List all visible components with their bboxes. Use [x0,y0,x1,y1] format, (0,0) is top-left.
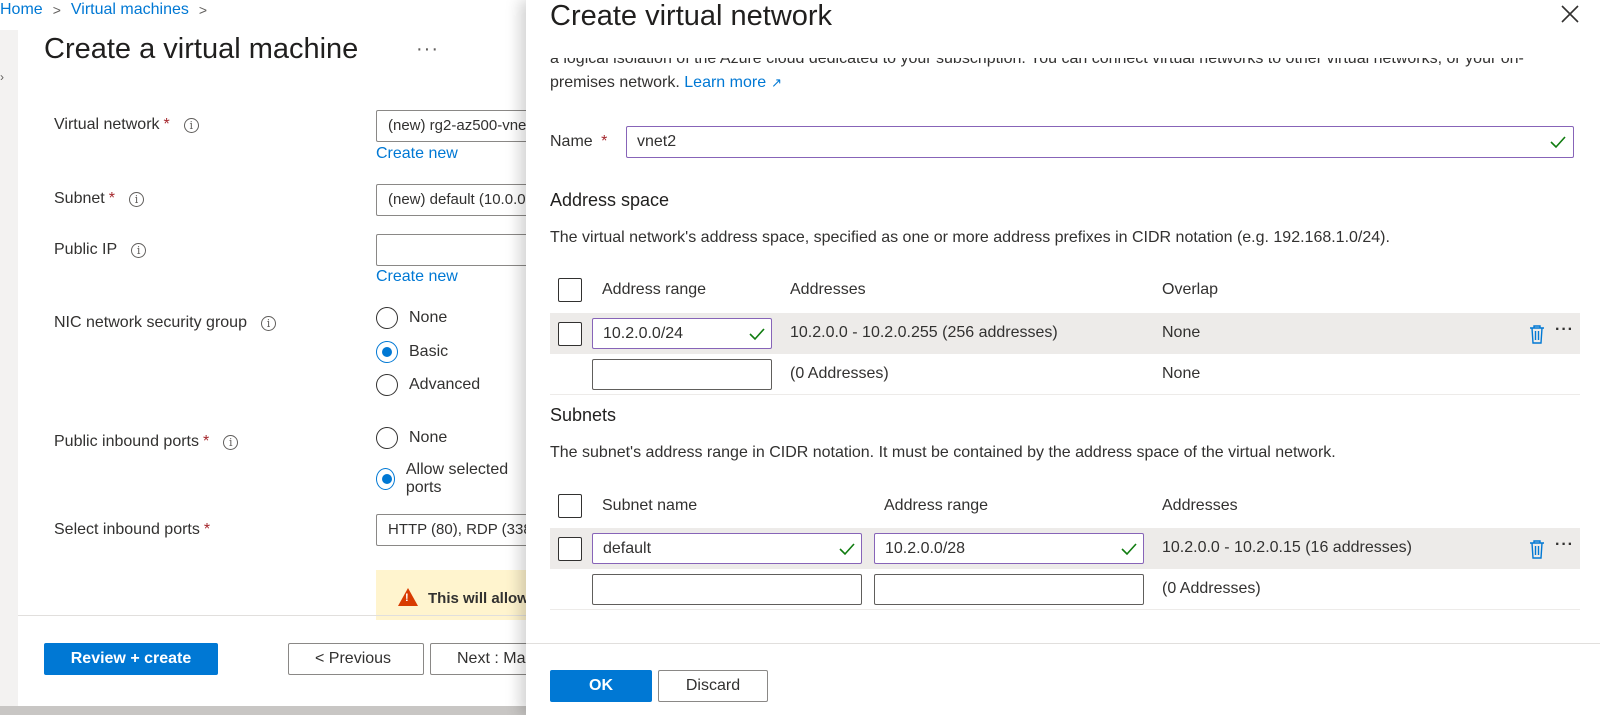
checkmark-icon [1550,136,1566,149]
column-header: Addresses [1162,497,1238,514]
breadcrumb: Home > Virtual machines > [0,0,217,20]
checkmark-icon [749,328,765,341]
checkmark-icon [1121,543,1137,556]
nsg-radio-advanced[interactable]: Advanced [376,374,480,396]
nsg-radio-basic[interactable]: Basic [376,341,448,363]
previous-button[interactable]: < Previous [288,643,424,675]
table-row: (0 Addresses) None [550,354,1580,395]
panel-title: Create virtual network [550,0,833,32]
subnet-address-range-input[interactable]: 10.2.0.0/28 [874,533,1144,564]
subnets-table-header: Subnet name Address range Addresses [550,488,1580,524]
table-row: (0 Addresses) [550,569,1580,610]
table-row[interactable]: 10.2.0.0/24 10.2.0.0 - 10.2.0.255 (256 a… [550,313,1580,354]
footer-divider [18,615,526,616]
address-space-description: The virtual network's address space, spe… [550,229,1390,246]
next-button[interactable]: Next : Management > [430,643,526,675]
radio-icon[interactable] [376,374,398,396]
overlap-cell: None [1162,365,1201,382]
page-title: Create a virtual machine [44,33,359,65]
public-ip-select[interactable] [376,234,526,266]
info-icon[interactable]: i [128,191,144,207]
create-new-public-ip-link[interactable]: Create new [376,268,458,286]
more-options-icon[interactable]: ··· [1555,536,1574,554]
breadcrumb-home[interactable]: Home [0,1,43,19]
radio-selected-icon[interactable] [376,468,395,490]
row-checkbox[interactable] [558,537,582,561]
chevron-right-icon: > [198,2,208,18]
delete-icon[interactable] [1528,324,1546,344]
name-label: Name * [550,133,608,150]
info-icon[interactable]: i [260,315,276,331]
nsg-radio-none[interactable]: None [376,307,447,329]
select-all-checkbox[interactable] [558,494,582,518]
address-range-input[interactable] [592,359,772,390]
column-header: Subnet name [602,497,698,514]
addresses-cell: (0 Addresses) [790,365,889,382]
virtual-network-select[interactable]: (new) rg2-az500-vnet [376,110,526,142]
chevron-right-icon[interactable]: › [0,70,4,84]
left-nav-edge[interactable]: › [0,30,18,710]
ok-button[interactable]: OK [550,670,652,702]
info-icon[interactable]: i [131,242,147,258]
vm-create-blade: › Home > Virtual machines > Create a vir… [0,0,526,715]
column-header: Overlap [1162,281,1219,298]
subnet-select[interactable]: (new) default (10.0.0.0/24) [376,184,526,216]
info-icon[interactable]: i [183,117,199,133]
public-ip-label: Public IP i [54,241,147,259]
warning-banner: ! This will allow [376,570,526,620]
warning-icon: ! [398,588,418,606]
public-inbound-ports-label: Public inbound ports * i [54,433,239,451]
subnet-name-input[interactable]: default [592,533,862,564]
column-header: Address range [884,497,989,514]
addresses-cell: (0 Addresses) [1162,580,1261,597]
address-space-title: Address space [550,190,670,210]
radio-icon[interactable] [376,427,398,449]
virtual-network-label: Virtual network * i [54,116,199,134]
select-all-checkbox[interactable] [558,278,582,302]
addresses-cell: 10.2.0.0 - 10.2.0.15 (16 addresses) [1162,539,1412,556]
radio-icon[interactable] [376,307,398,329]
ports-radio-allow-selected[interactable]: Allow selected ports [376,461,526,497]
ports-radio-none[interactable]: None [376,427,447,449]
learn-more-link[interactable]: Learn more [684,74,766,91]
horizontal-scrollbar[interactable] [0,706,526,715]
breadcrumb-virtual-machines[interactable]: Virtual machines [71,1,189,19]
create-vnet-panel: Create virtual network a logical isolati… [526,0,1600,715]
delete-icon[interactable] [1528,539,1546,559]
address-space-table-header: Address range Addresses Overlap [550,272,1580,308]
discard-button[interactable]: Discard [658,670,768,702]
subnet-name-input[interactable] [592,574,862,605]
name-input[interactable]: vnet2 [626,126,1574,158]
select-inbound-ports-label: Select inbound ports * [54,521,211,538]
column-header: Address range [602,281,707,298]
checkmark-icon [839,543,855,556]
external-link-icon: ↗ [771,75,783,90]
review-create-button[interactable]: Review + create [44,643,218,675]
row-checkbox[interactable] [558,322,582,346]
addresses-cell: 10.2.0.0 - 10.2.0.255 (256 addresses) [790,324,1058,341]
subnets-title: Subnets [550,405,617,425]
overlap-cell: None [1162,324,1201,341]
table-row[interactable]: default 10.2.0.0/28 10.2.0.0 - 10.2.0.15… [550,528,1580,569]
more-options-icon[interactable]: ··· [1555,321,1574,339]
subnets-description: The subnet's address range in CIDR notat… [550,444,1336,461]
info-icon[interactable]: i [223,434,239,450]
warning-text: This will allow [428,590,526,607]
footer-divider [526,643,1600,644]
close-icon[interactable] [1558,2,1582,26]
create-new-vnet-link[interactable]: Create new [376,145,458,163]
address-range-input[interactable]: 10.2.0.0/24 [592,318,772,349]
subnet-label: Subnet * i [54,190,144,208]
nic-nsg-label: NIC network security group i [54,314,276,332]
column-header: Addresses [790,281,866,298]
panel-description: a logical isolation of the Azure cloud d… [550,58,1580,94]
chevron-right-icon: > [52,2,61,18]
radio-selected-icon[interactable] [376,341,398,363]
select-inbound-ports-dropdown[interactable]: HTTP (80), RDP (3389) [376,514,526,546]
subnet-address-range-input[interactable] [874,574,1144,605]
more-options-icon[interactable]: ··· [416,38,439,61]
